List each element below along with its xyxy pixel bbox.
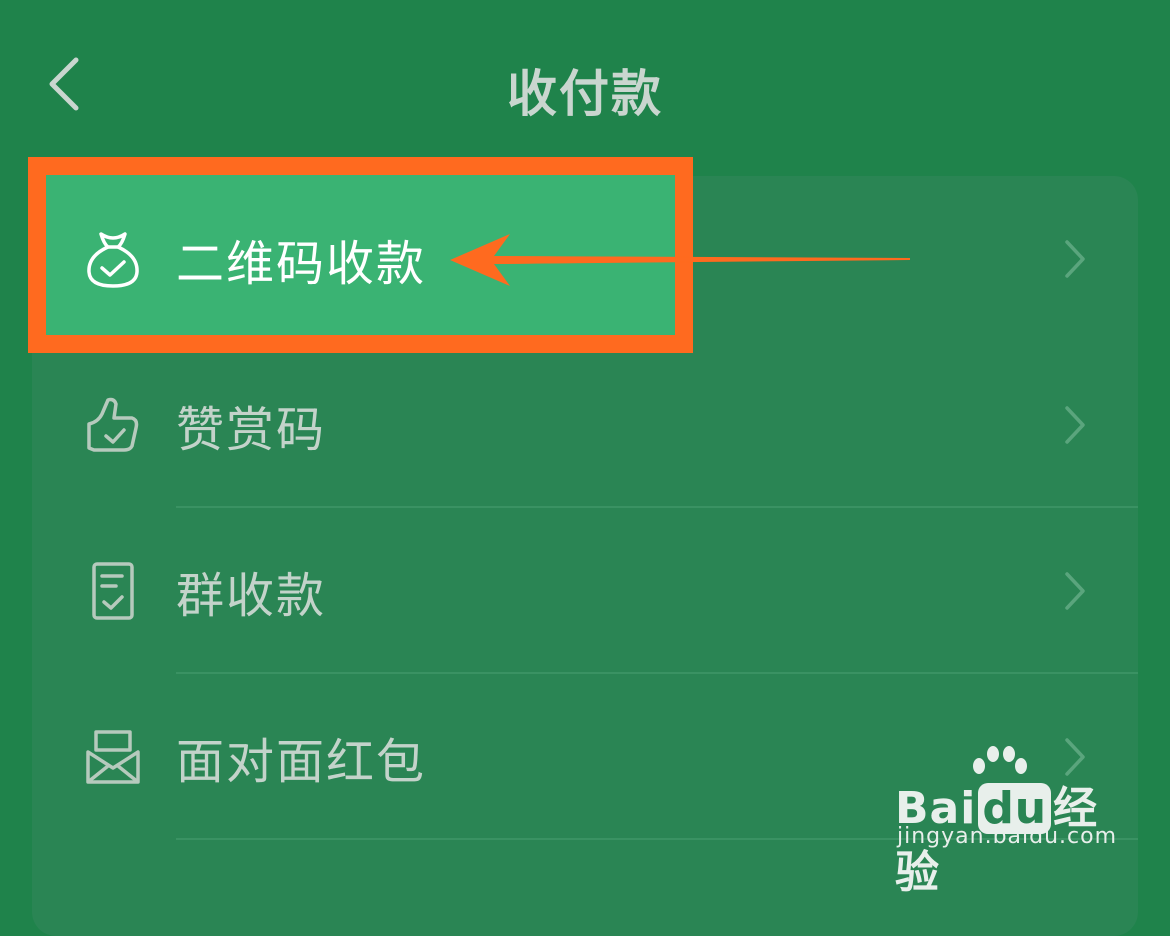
money-bag-icon	[87, 232, 139, 288]
menu-item-label: 面对面红包	[176, 734, 427, 790]
red-packet-icon	[86, 730, 140, 784]
menu-item-label: 群收款	[176, 568, 327, 624]
chevron-right-icon	[1065, 240, 1085, 278]
chevron-right-icon	[1065, 572, 1085, 610]
receipt-icon	[92, 562, 134, 620]
baidu-jingyan-watermark: Bai du 经验 jingyan.baidu.com	[895, 746, 1135, 898]
menu-item-reward-code[interactable]: 赞赏码	[32, 342, 1138, 508]
chevron-right-icon	[1065, 406, 1085, 444]
thumbs-up-icon	[87, 397, 139, 452]
menu-item-label: 二维码收款	[176, 236, 427, 292]
menu-item-label: 赞赏码	[176, 402, 327, 458]
watermark-url: jingyan.baidu.com	[897, 824, 1118, 849]
page-title: 收付款	[507, 65, 663, 123]
top-bar: 收付款	[0, 0, 1170, 170]
menu-item-group-collect[interactable]: 群收款	[32, 508, 1138, 674]
menu-item-qr-collect[interactable]: 二维码收款	[32, 176, 1138, 342]
